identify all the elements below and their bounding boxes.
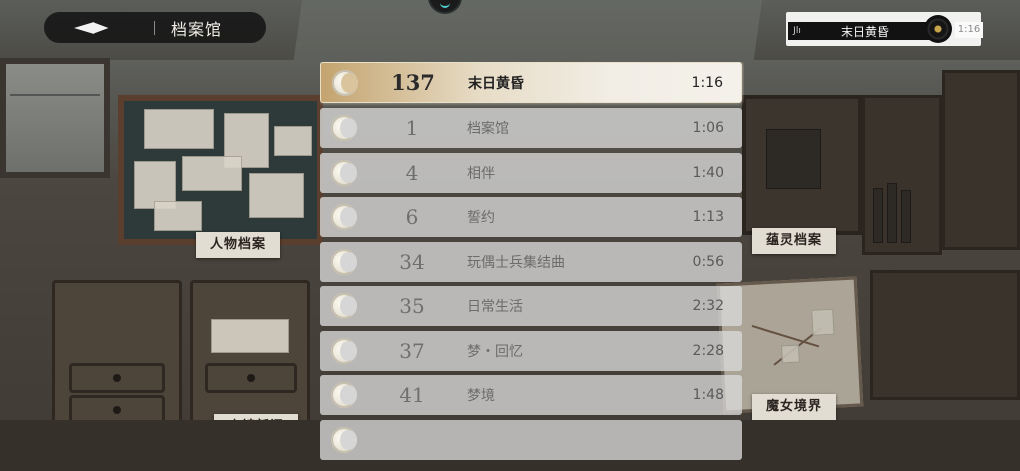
track-number: 4 bbox=[405, 161, 419, 185]
track-number: 137 bbox=[391, 70, 435, 95]
track-duration: 2:32 bbox=[692, 298, 724, 314]
background-window bbox=[0, 58, 110, 178]
track-row[interactable]: 37 梦・回忆 2:28 bbox=[320, 331, 742, 371]
track-row[interactable]: 35 日常生活 2:32 bbox=[320, 286, 742, 326]
track-number: 1 bbox=[405, 116, 419, 140]
spirits-label[interactable]: 蕴灵档案 bbox=[752, 228, 837, 254]
witch-label[interactable]: 魔女境界 bbox=[752, 394, 837, 420]
track-row[interactable]: 34 玩偶士兵集结曲 0:56 bbox=[320, 242, 742, 282]
track-duration: 1:16 bbox=[691, 74, 723, 91]
track-duration: 0:56 bbox=[692, 254, 724, 270]
track-row[interactable]: 6 誓约 1:13 bbox=[320, 197, 742, 237]
now-playing-bar: Jlı 末日黄昏 bbox=[788, 22, 938, 40]
moon-icon bbox=[331, 338, 357, 364]
moon-icon bbox=[331, 204, 357, 230]
track-name: 末日黄昏 bbox=[468, 75, 524, 92]
track-list[interactable]: 137 末日黄昏 1:16 1 档案馆 1:06 4 相伴 1:40 6 誓约 … bbox=[320, 62, 744, 471]
track-duration: 2:28 bbox=[692, 343, 724, 359]
track-row-partial[interactable] bbox=[320, 420, 742, 460]
track-name: 梦・回忆 bbox=[467, 344, 523, 360]
track-name: 梦境 bbox=[467, 388, 495, 404]
moon-icon bbox=[332, 69, 358, 96]
far-right-shelf bbox=[942, 70, 1020, 250]
character-board bbox=[118, 95, 323, 245]
right-shelf bbox=[862, 95, 942, 255]
back-button[interactable] bbox=[44, 12, 140, 43]
header-bar: 档案馆 bbox=[44, 12, 266, 43]
moon-icon bbox=[331, 249, 357, 275]
moon-icon bbox=[331, 115, 357, 141]
track-name: 玩偶士兵集结曲 bbox=[467, 255, 565, 271]
back-arrow-icon bbox=[74, 21, 112, 34]
lower-right-shelf bbox=[870, 270, 1020, 400]
vinyl-disc-icon[interactable] bbox=[924, 15, 952, 43]
track-duration: 1:48 bbox=[692, 387, 724, 403]
background-window-frame bbox=[293, 0, 767, 60]
track-number: 34 bbox=[399, 250, 425, 274]
moon-icon bbox=[331, 382, 357, 408]
moon-icon bbox=[331, 293, 357, 319]
moon-icon bbox=[331, 427, 357, 453]
track-duration: 1:40 bbox=[692, 165, 724, 181]
track-name: 誓约 bbox=[467, 210, 495, 226]
track-row[interactable]: 41 梦境 1:48 bbox=[320, 375, 742, 415]
equalizer-icon: Jlı bbox=[793, 26, 801, 36]
track-name: 相伴 bbox=[467, 166, 495, 182]
page-title: 档案馆 bbox=[171, 19, 223, 39]
moon-icon bbox=[331, 160, 357, 186]
drawer-cabinet-news bbox=[190, 280, 310, 430]
drawer-cabinet-left bbox=[52, 280, 182, 430]
spirit-cabinet bbox=[742, 95, 862, 235]
header-separator bbox=[154, 20, 155, 35]
track-row-active[interactable]: 137 末日黄昏 1:16 bbox=[320, 62, 742, 103]
track-name: 档案馆 bbox=[467, 121, 509, 137]
track-number: 35 bbox=[399, 294, 425, 318]
track-number: 6 bbox=[405, 205, 419, 229]
track-row[interactable]: 4 相伴 1:40 bbox=[320, 153, 742, 193]
now-playing-title: 末日黄昏 bbox=[840, 24, 889, 39]
now-playing-time: 1:16 bbox=[955, 22, 983, 38]
track-number: 37 bbox=[399, 339, 425, 363]
track-name: 日常生活 bbox=[467, 299, 523, 315]
track-duration: 1:06 bbox=[692, 120, 724, 136]
characters-label[interactable]: 人物档案 bbox=[196, 232, 281, 258]
track-duration: 1:13 bbox=[692, 209, 724, 225]
track-number: 41 bbox=[399, 383, 425, 407]
track-row[interactable]: 1 档案馆 1:06 bbox=[320, 108, 742, 148]
